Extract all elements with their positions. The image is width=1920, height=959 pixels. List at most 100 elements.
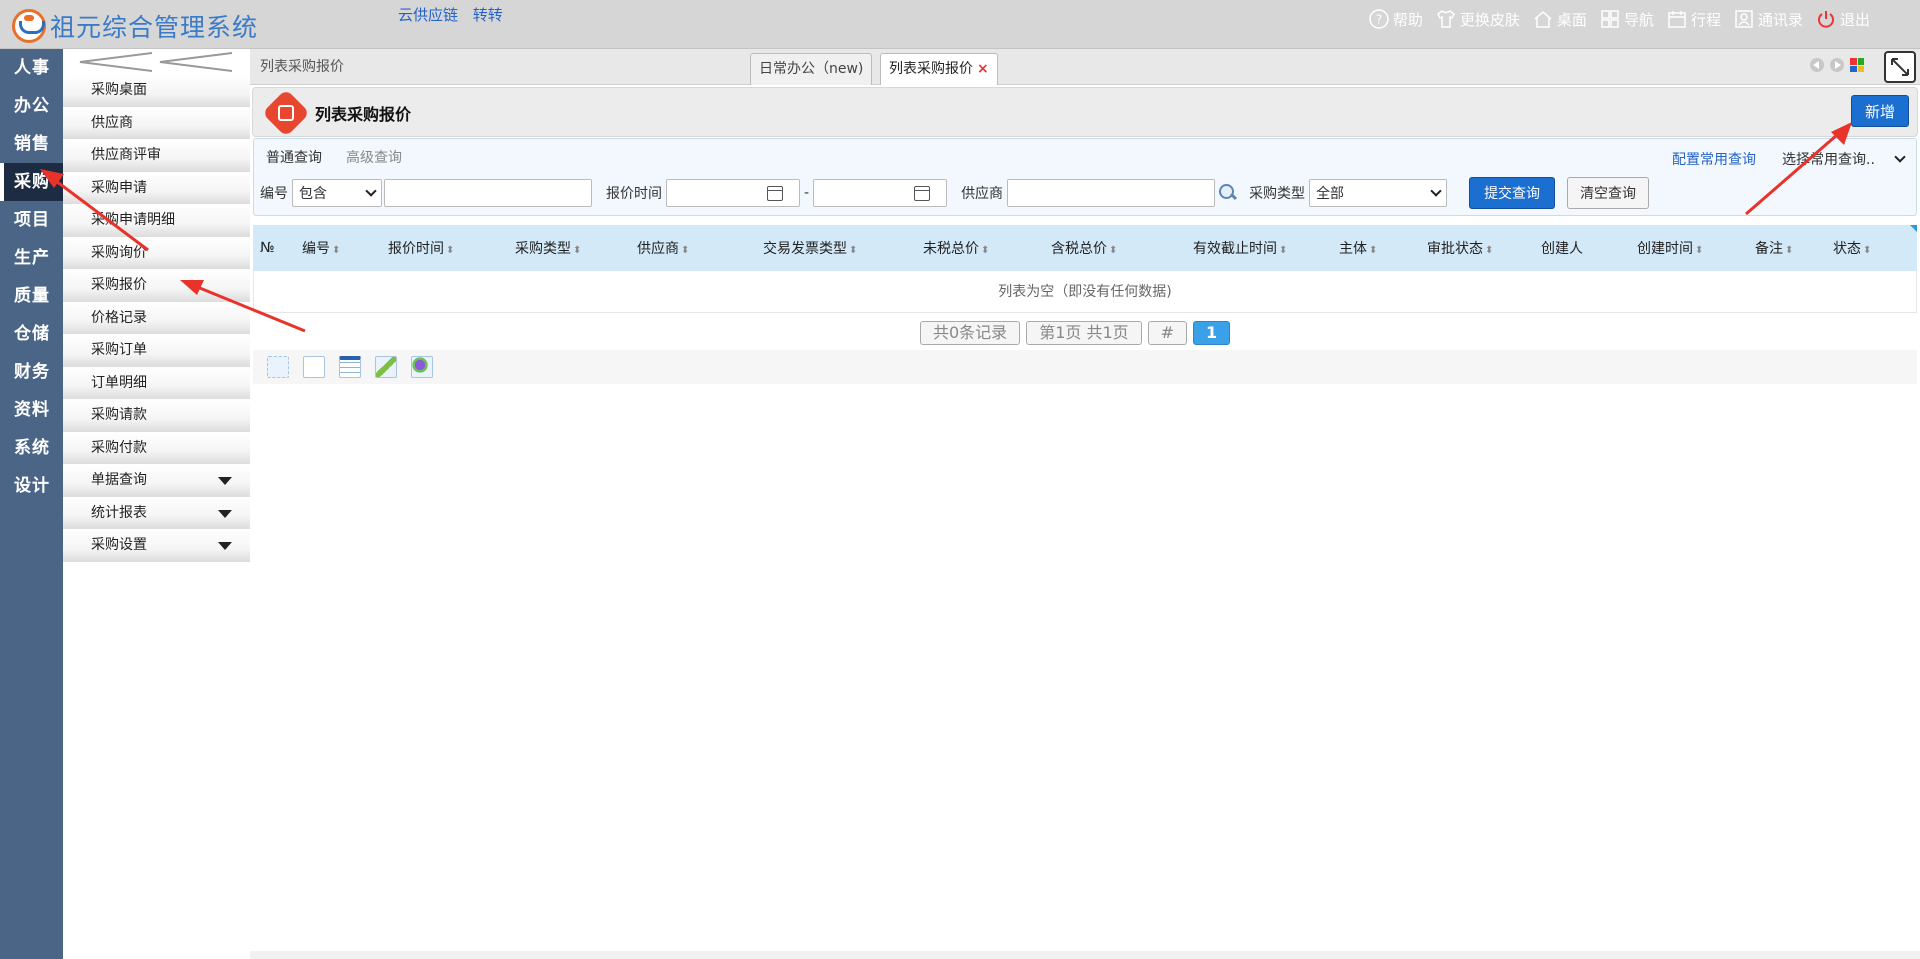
add-button[interactable]: 新增: [1851, 95, 1909, 127]
help-button[interactable]: ? 帮助: [1368, 8, 1423, 30]
schedule-label: 行程: [1690, 10, 1721, 29]
sort-icon: ⬍: [1369, 245, 1378, 256]
col-created-time-label: 创建时间: [1637, 241, 1693, 257]
pagination: 共0条记录 第1页 共1页 # 1: [920, 321, 1231, 345]
app-logo[interactable]: 祖元综合管理系统: [12, 8, 258, 44]
col-tax-total[interactable]: 含税总价 ⬍: [1045, 238, 1183, 258]
column-config-corner[interactable]: [1910, 225, 1917, 232]
menu-supplier-review[interactable]: 供应商评审: [63, 139, 250, 172]
menu-purchase-settings[interactable]: 采购设置: [63, 529, 250, 562]
col-invoice-type[interactable]: 交易发票类型 ⬍: [749, 238, 917, 258]
menu-price-record[interactable]: 价格记录: [63, 301, 250, 334]
menu-purchase-payment-request[interactable]: 采购请款: [63, 399, 250, 432]
menu-purchase-inquiry[interactable]: 采购询价: [63, 236, 250, 269]
menu-statistics-report[interactable]: 统计报表: [63, 496, 250, 529]
col-purchase-type[interactable]: 采购类型 ⬍: [510, 238, 631, 258]
col-approval-status[interactable]: 审批状态 ⬍: [1421, 238, 1541, 258]
supplier-label: 供应商: [961, 186, 1004, 202]
module-design[interactable]: 设计: [0, 467, 63, 505]
select-all-icon[interactable]: [267, 356, 289, 378]
logout-button[interactable]: 退出: [1815, 8, 1870, 30]
menu-statistics-report-label: 统计报表: [91, 504, 147, 521]
link-zhuanzhuan[interactable]: 转转: [473, 6, 503, 24]
settings-puzzle-icon[interactable]: [411, 356, 433, 378]
module-system[interactable]: 系统: [0, 429, 63, 467]
menu-order-detail[interactable]: 订单明细: [63, 366, 250, 399]
query-row: 编号 包含 报价时间 - 供应商 采购类型 全部 提交查询 清空查询: [260, 177, 1650, 209]
code-input[interactable]: [384, 179, 592, 207]
col-quote-time[interactable]: 报价时间 ⬍: [382, 238, 510, 258]
module-quality[interactable]: 质量: [0, 277, 63, 315]
quote-time-label: 报价时间: [606, 186, 662, 202]
close-tab-icon[interactable]: ×: [977, 61, 989, 77]
tab-purchase-quote-list[interactable]: 列表采购报价 ×: [880, 53, 998, 85]
menu-purchase-settings-label: 采购设置: [91, 537, 147, 553]
module-data[interactable]: 资料: [0, 391, 63, 429]
module-purchase[interactable]: 采购: [0, 163, 63, 201]
common-query-select-value: 选择常用查询..: [1782, 152, 1875, 168]
tab-advanced-query[interactable]: 高级查询: [346, 147, 402, 167]
page-1-button[interactable]: 1: [1193, 321, 1231, 345]
menu-purchase-request[interactable]: 采购申请: [63, 171, 250, 204]
change-skin-button[interactable]: 更换皮肤: [1435, 8, 1520, 30]
col-valid-until[interactable]: 有效截止时间 ⬍: [1183, 238, 1333, 258]
calendar-icon: [767, 186, 783, 201]
table-grid-icon[interactable]: [339, 356, 361, 378]
menu-purchase-request-detail[interactable]: 采购申请明细: [63, 204, 250, 237]
col-entity[interactable]: 主体 ⬍: [1333, 238, 1421, 258]
menu-supplier[interactable]: 供应商: [63, 106, 250, 139]
breadcrumb: 列表采购报价: [260, 59, 344, 75]
desktop-button[interactable]: 桌面: [1532, 8, 1587, 30]
col-status[interactable]: 状态 ⬍: [1833, 238, 1893, 258]
menu-purchase-desktop[interactable]: 采购桌面: [63, 74, 250, 107]
main-content: 列表采购报价 日常办公（new) 列表采购报价 × 列表采购报价 新增 普通查询 …: [250, 49, 1920, 959]
col-remark[interactable]: 备注 ⬍: [1755, 238, 1833, 258]
common-query-select[interactable]: 选择常用查询..: [1776, 145, 1910, 173]
menu-document-query[interactable]: 单据查询: [63, 464, 250, 497]
menu-purchase-quote[interactable]: 采购报价: [63, 269, 250, 302]
module-project[interactable]: 项目: [0, 201, 63, 239]
quote-time-start-input[interactable]: [666, 179, 800, 207]
module-office[interactable]: 办公: [0, 87, 63, 125]
sort-icon: ⬍: [1485, 245, 1494, 256]
edit-pencil-icon[interactable]: [375, 356, 397, 378]
page-jump-button[interactable]: #: [1147, 321, 1188, 345]
supplier-input[interactable]: [1007, 179, 1216, 207]
module-rail: 人事 办公 销售 采购 项目 生产 质量 仓储 财务 资料 系统 设计: [0, 49, 63, 959]
col-pretax-total[interactable]: 未税总价 ⬍: [917, 238, 1045, 258]
col-created-time[interactable]: 创建时间 ⬍: [1637, 238, 1755, 258]
col-supplier[interactable]: 供应商 ⬍: [631, 238, 749, 258]
menu-document-query-label: 单据查询: [91, 472, 147, 488]
quote-time-end-input[interactable]: [813, 179, 948, 207]
logout-label: 退出: [1839, 10, 1870, 29]
module-warehouse[interactable]: 仓储: [0, 315, 63, 353]
fullscreen-button[interactable]: [1884, 51, 1916, 83]
clear-query-button[interactable]: 清空查询: [1567, 177, 1650, 209]
contacts-button[interactable]: 通讯录: [1733, 8, 1803, 30]
menu-purchase-payment[interactable]: 采购付款: [63, 431, 250, 464]
tab-daily-office[interactable]: 日常办公（new): [750, 53, 873, 85]
module-hr[interactable]: 人事: [0, 49, 63, 87]
top-toolbar: ? 帮助 更换皮肤 桌面 导航 行程 通讯录 退出: [1368, 8, 1870, 30]
tab-scroll-right-icon[interactable]: [1830, 58, 1844, 72]
col-code[interactable]: 编号 ⬍: [295, 238, 382, 258]
collapse-menu-button[interactable]: [63, 49, 250, 74]
purchase-type-select[interactable]: 全部: [1309, 179, 1448, 207]
navigation-button[interactable]: 导航: [1599, 8, 1654, 30]
link-cloud-supply[interactable]: 云供应链: [398, 6, 458, 24]
module-production[interactable]: 生产: [0, 239, 63, 277]
tab-basic-query[interactable]: 普通查询: [266, 147, 322, 167]
tab-list-icon[interactable]: [1850, 58, 1864, 72]
supplier-search-icon[interactable]: [1219, 184, 1237, 202]
blank-document-icon[interactable]: [303, 356, 325, 378]
schedule-button[interactable]: 行程: [1666, 8, 1721, 30]
tab-scroll-left-icon[interactable]: [1810, 58, 1824, 72]
bottom-strip: [250, 951, 1920, 959]
code-operator-select[interactable]: 包含: [292, 179, 382, 207]
menu-purchase-order[interactable]: 采购订单: [63, 334, 250, 367]
desktop-label: 桌面: [1556, 10, 1587, 29]
module-sales[interactable]: 销售: [0, 125, 63, 163]
module-finance[interactable]: 财务: [0, 353, 63, 391]
config-common-query-link[interactable]: 配置常用查询: [1672, 149, 1756, 169]
submit-query-button[interactable]: 提交查询: [1469, 177, 1556, 209]
